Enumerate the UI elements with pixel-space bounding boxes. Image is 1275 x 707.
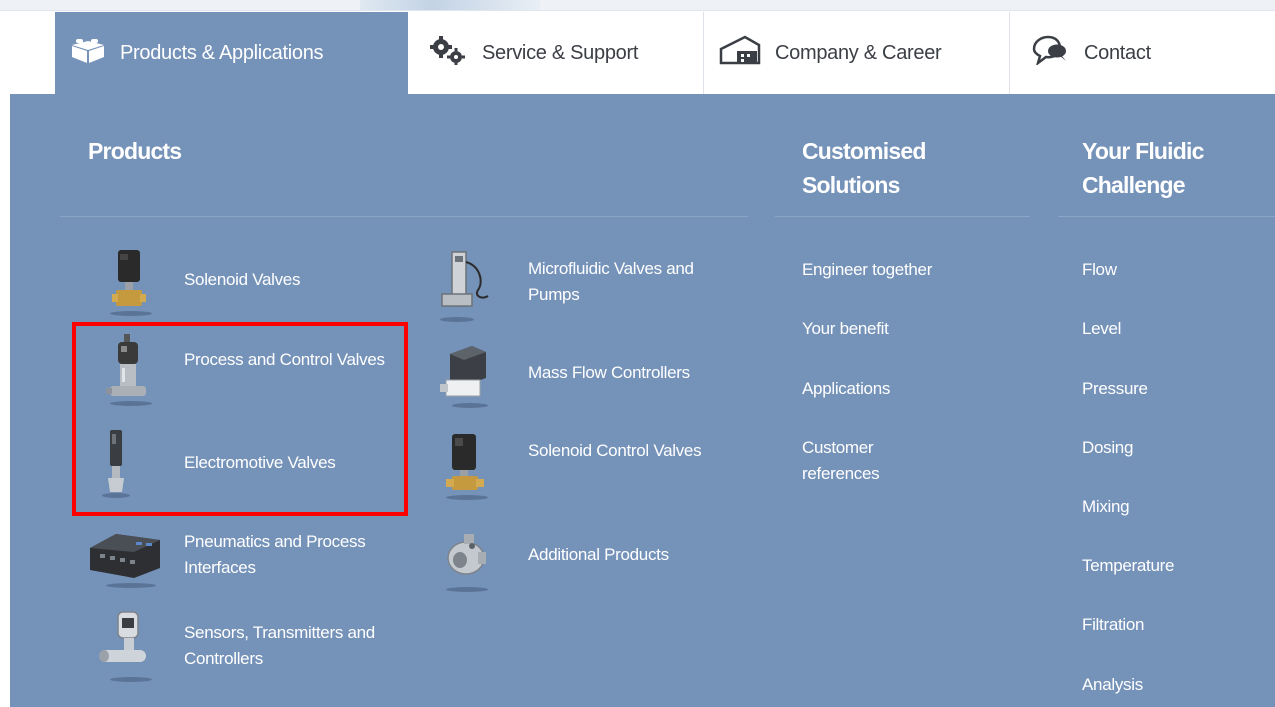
products-icon — [70, 35, 106, 71]
customised-solutions-heading[interactable]: Customised Solutions — [802, 134, 972, 202]
tab-contact[interactable]: Contact — [1010, 12, 1210, 94]
microfluidic-valve-icon — [432, 246, 502, 326]
divider — [60, 216, 748, 217]
link-temperature[interactable]: Temperature — [1082, 553, 1174, 579]
product-item-sensors-transmitters[interactable]: Sensors, Transmitters and Controllers — [96, 606, 375, 686]
gears-icon — [428, 35, 468, 71]
product-item-solenoid-control-valves[interactable]: Solenoid Control Valves — [432, 424, 702, 504]
fluidic-challenge-heading[interactable]: Your Fluidic Challenge — [1082, 134, 1252, 202]
product-item-solenoid-valves[interactable]: Solenoid Valves — [96, 240, 300, 320]
link-flow[interactable]: Flow — [1082, 257, 1117, 283]
link-customer-references[interactable]: Customer references — [802, 435, 912, 487]
chat-bubbles-icon — [1030, 35, 1070, 71]
product-label: Sensors, Transmitters and Controllers — [184, 623, 375, 668]
product-label: Solenoid Control Valves — [528, 441, 702, 460]
tab-service-support[interactable]: Service & Support — [408, 12, 704, 94]
link-pressure[interactable]: Pressure — [1082, 376, 1148, 402]
main-navigation: Products & Applications Service & Suppor… — [55, 12, 1275, 95]
product-label: Additional Products — [528, 545, 669, 564]
sensor-icon — [96, 606, 166, 686]
link-applications[interactable]: Applications — [802, 376, 890, 402]
tab-label: Contact — [1084, 41, 1151, 64]
pneumatics-icon — [86, 512, 166, 592]
mass-flow-controller-icon — [432, 332, 502, 412]
tab-label: Products & Applications — [120, 41, 324, 64]
tab-products-applications[interactable]: Products & Applications — [55, 12, 408, 94]
top-strip — [0, 0, 1275, 11]
product-item-microfluidic-valves[interactable]: Microfluidic Valves and Pumps — [432, 246, 694, 326]
tab-company-career[interactable]: Company & Career — [704, 12, 1010, 94]
header-decoration — [360, 0, 540, 10]
product-label: Pneumatics and Process Interfaces — [184, 532, 366, 577]
divider — [1058, 216, 1275, 217]
link-filtration[interactable]: Filtration — [1082, 612, 1144, 638]
link-dosing[interactable]: Dosing — [1082, 435, 1133, 461]
link-engineer-together[interactable]: Engineer together — [802, 257, 932, 283]
link-your-benefit[interactable]: Your benefit — [802, 316, 889, 342]
product-item-additional-products[interactable]: Additional Products — [432, 516, 669, 596]
tab-label: Company & Career — [775, 41, 942, 64]
link-level[interactable]: Level — [1082, 316, 1121, 342]
divider — [775, 216, 1030, 217]
solenoid-valve-icon — [96, 240, 166, 320]
highlight-box — [72, 322, 408, 516]
additional-products-icon — [432, 516, 502, 596]
product-item-pneumatics-interfaces[interactable]: Pneumatics and Process Interfaces — [86, 512, 366, 592]
product-label: Microfluidic Valves and Pumps — [528, 259, 694, 304]
product-label: Mass Flow Controllers — [528, 363, 690, 382]
products-heading[interactable]: Products — [88, 134, 182, 168]
link-mixing[interactable]: Mixing — [1082, 494, 1130, 520]
building-icon — [719, 35, 761, 71]
link-analysis[interactable]: Analysis — [1082, 672, 1143, 698]
product-item-mass-flow-controllers[interactable]: Mass Flow Controllers — [432, 332, 690, 412]
solenoid-control-valve-icon — [432, 424, 502, 504]
product-label: Solenoid Valves — [184, 270, 301, 289]
tab-label: Service & Support — [482, 41, 639, 64]
